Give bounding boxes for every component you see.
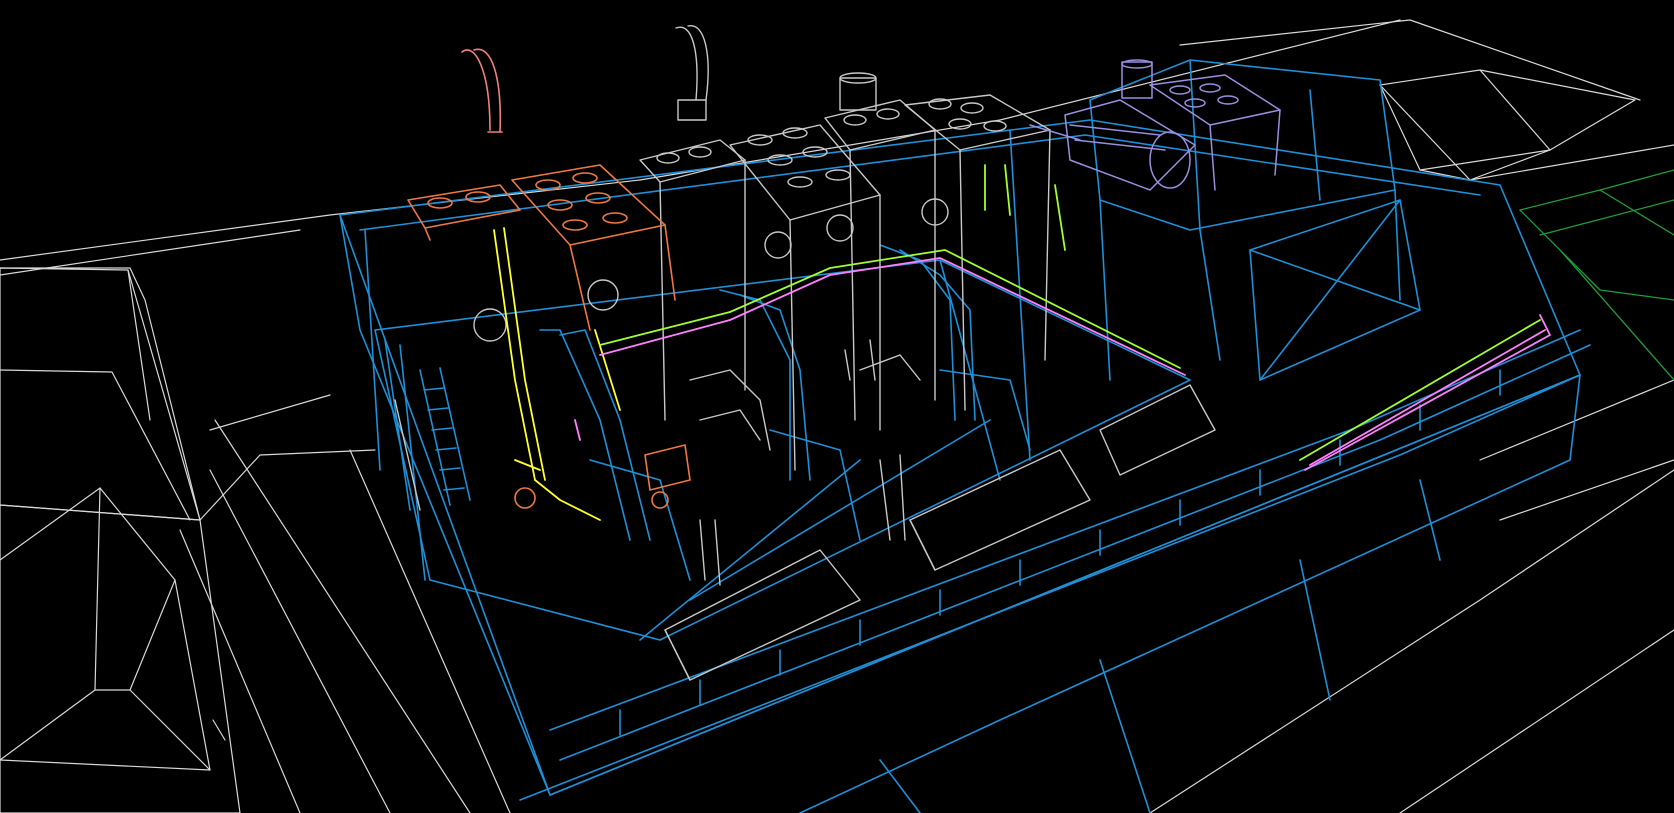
wireframe-scene[interactable]	[0, 0, 1674, 813]
generator-unit-orange	[407, 164, 691, 509]
pipework-yellow	[493, 227, 621, 521]
neighbor-building	[1519, 169, 1674, 381]
building-structure	[339, 59, 1591, 813]
context-buildings	[0, 19, 1674, 813]
3d-viewport[interactable]	[0, 0, 1674, 813]
pipework-lime	[599, 164, 1541, 461]
exhaust-stack-pink	[461, 48, 503, 133]
hvac-unit-violet	[1029, 59, 1281, 191]
